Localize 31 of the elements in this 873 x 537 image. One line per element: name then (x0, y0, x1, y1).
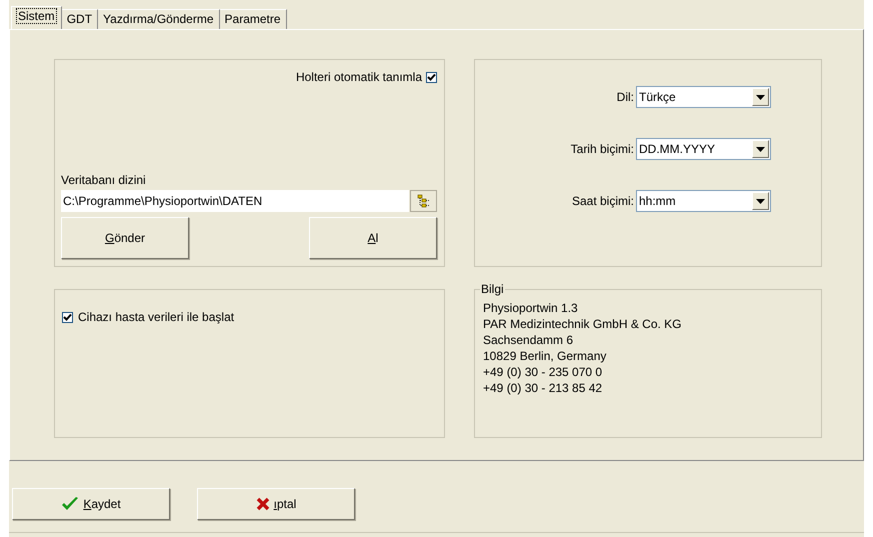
action-button[interactable]: Gönder (61, 217, 189, 259)
field-label: Veritabanı dizini (61, 173, 147, 187)
close-icon (256, 497, 270, 511)
field-label: Tarih biçimi: (570, 142, 634, 156)
info-line: Physioportwin 1.3 (483, 300, 579, 316)
action-button[interactable]: ıptal (197, 488, 355, 520)
info-line: +49 (0) 30 - 213 85 42 (483, 380, 604, 396)
info-line: PAR Medizintechnik GmbH & Co. KG (483, 316, 683, 332)
path-field[interactable]: C:\Programme\Physioportwin\DATEN (61, 190, 409, 212)
checkbox[interactable] (62, 312, 73, 322)
dropdown[interactable]: hh:mm (636, 190, 771, 212)
action-button[interactable]: Kaydet (12, 488, 170, 520)
action-button[interactable]: Al (309, 217, 437, 259)
info-line: 10829 Berlin, Germany (483, 348, 608, 364)
checkbox[interactable] (426, 72, 437, 82)
checkbox-label: Holteri otomatik tanımla (296, 70, 422, 84)
tab[interactable]: Yazdırma/Gönderme (98, 9, 220, 29)
dropdown[interactable]: DD.MM.YYYY (636, 138, 771, 160)
tab[interactable]: GDT (62, 9, 98, 29)
tab[interactable]: Parametre (220, 9, 287, 29)
info-line: Sachsendamm 6 (483, 332, 574, 348)
field-label: Saat biçimi: (572, 194, 634, 208)
tab[interactable]: Sistem (11, 6, 62, 29)
dropdown[interactable]: Türkçe (636, 86, 771, 108)
checkbox-label: Cihazı hasta verileri ile başlat (78, 310, 234, 324)
folder-tree-button[interactable] (410, 190, 437, 212)
folder-tree-icon (416, 194, 430, 208)
group-title: Bilgi (480, 282, 505, 296)
field-label: Dil: (616, 90, 634, 104)
info-line: +49 (0) 30 - 235 070 0 (483, 364, 604, 380)
checkmark-icon (61, 496, 80, 512)
